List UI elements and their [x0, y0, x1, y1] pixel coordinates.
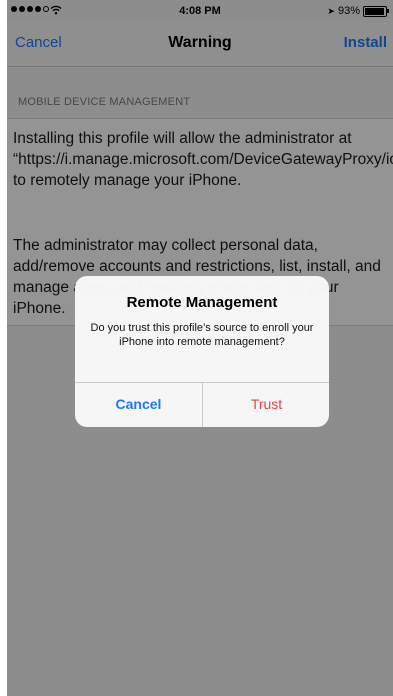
alert-dialog: Remote Management Do you trust this prof… [75, 276, 329, 427]
phone-screen: 4:08 PM ➤ 93% Cancel Warning Install MOB… [7, 0, 393, 696]
trust-button[interactable]: Trust [203, 382, 329, 427]
alert-message: Do you trust this profile’s source to en… [90, 322, 314, 348]
alert-title: Remote Management [126, 294, 278, 311]
alert-cancel-button[interactable]: Cancel [75, 382, 202, 427]
